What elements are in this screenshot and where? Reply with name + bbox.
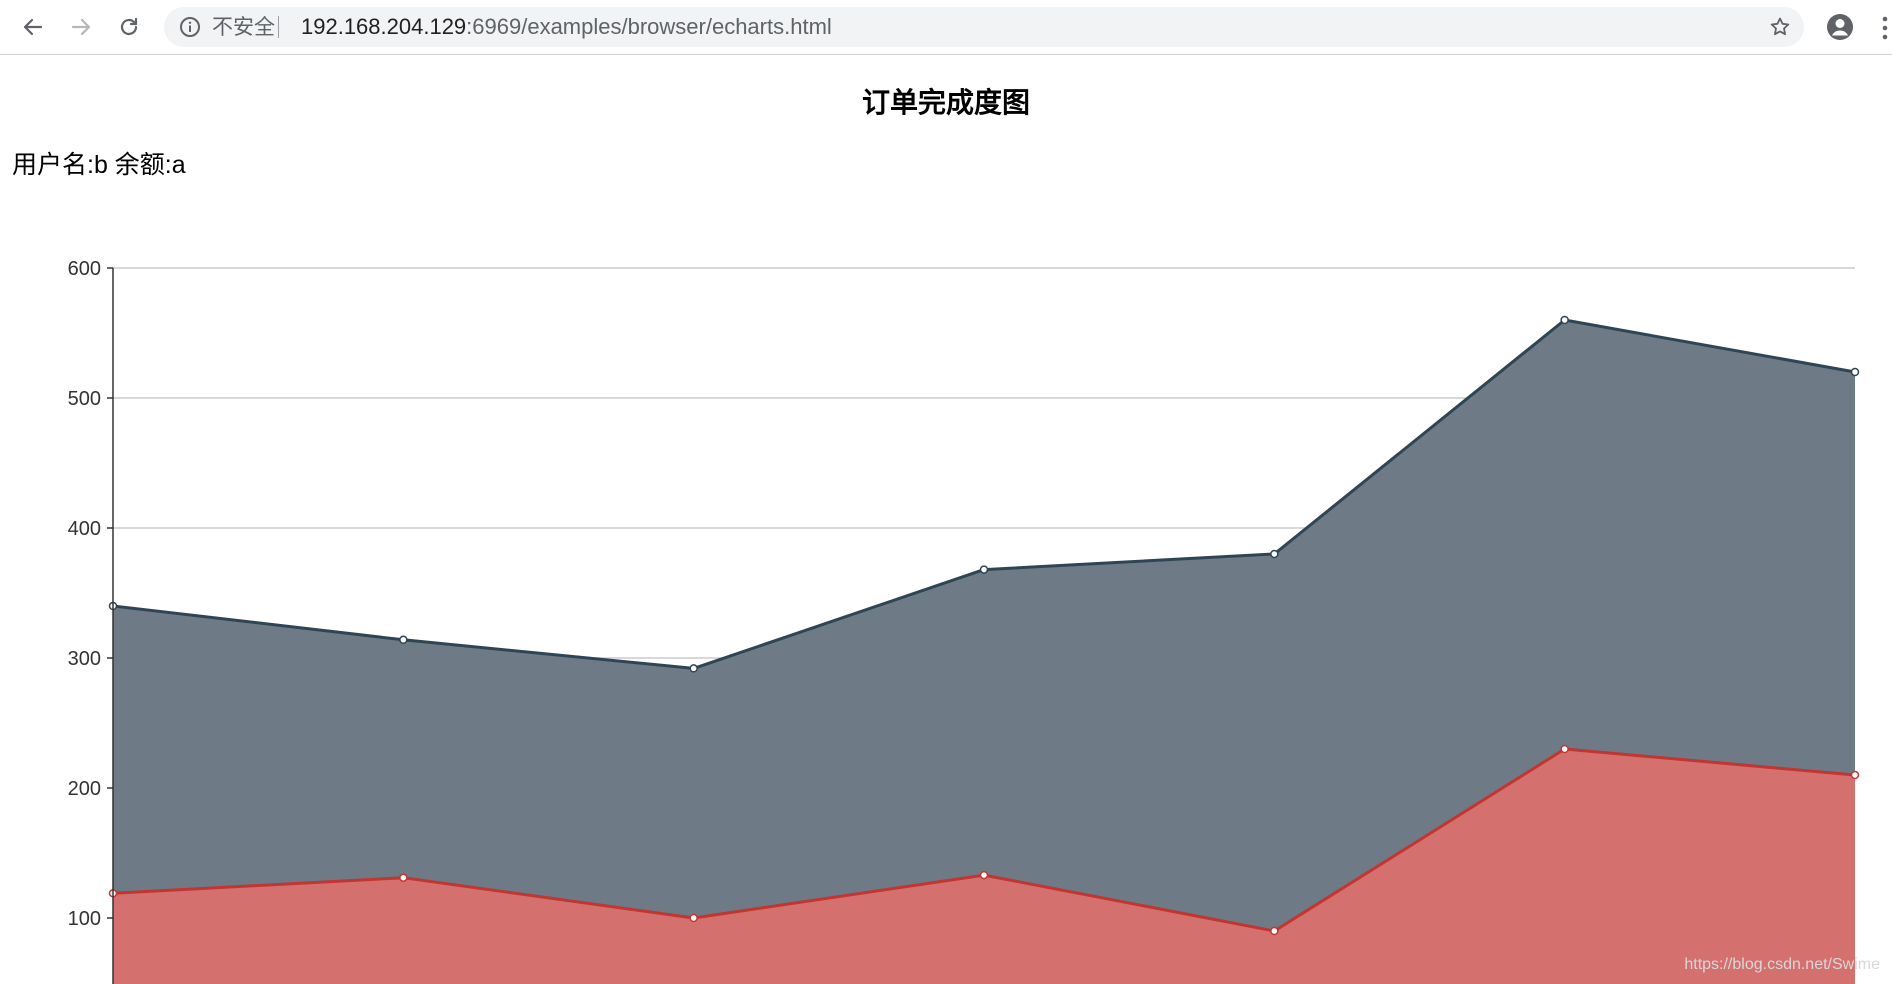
data-point	[689, 913, 698, 923]
data-point	[399, 635, 408, 645]
data-point	[1270, 926, 1279, 936]
y-tick-label: 100	[68, 908, 101, 930]
y-tick-label: 500	[68, 388, 101, 410]
y-tick-label: 300	[68, 648, 101, 670]
data-point	[979, 565, 989, 574]
data-point	[1560, 744, 1569, 754]
y-tick-label: 600	[68, 258, 101, 280]
data-point	[1270, 549, 1279, 559]
data-point	[979, 870, 989, 880]
data-point	[689, 664, 698, 673]
data-point	[1850, 367, 1860, 377]
y-tick-label: 200	[68, 778, 101, 800]
data-point	[399, 873, 408, 882]
area-chart: 100 200 300 400 500 600	[68, 258, 1860, 984]
watermark: https://blog.csdn.net/Swime	[1684, 956, 1880, 973]
data-point	[1560, 315, 1569, 325]
y-tick-label: 400	[68, 518, 101, 540]
data-point	[1850, 770, 1860, 780]
